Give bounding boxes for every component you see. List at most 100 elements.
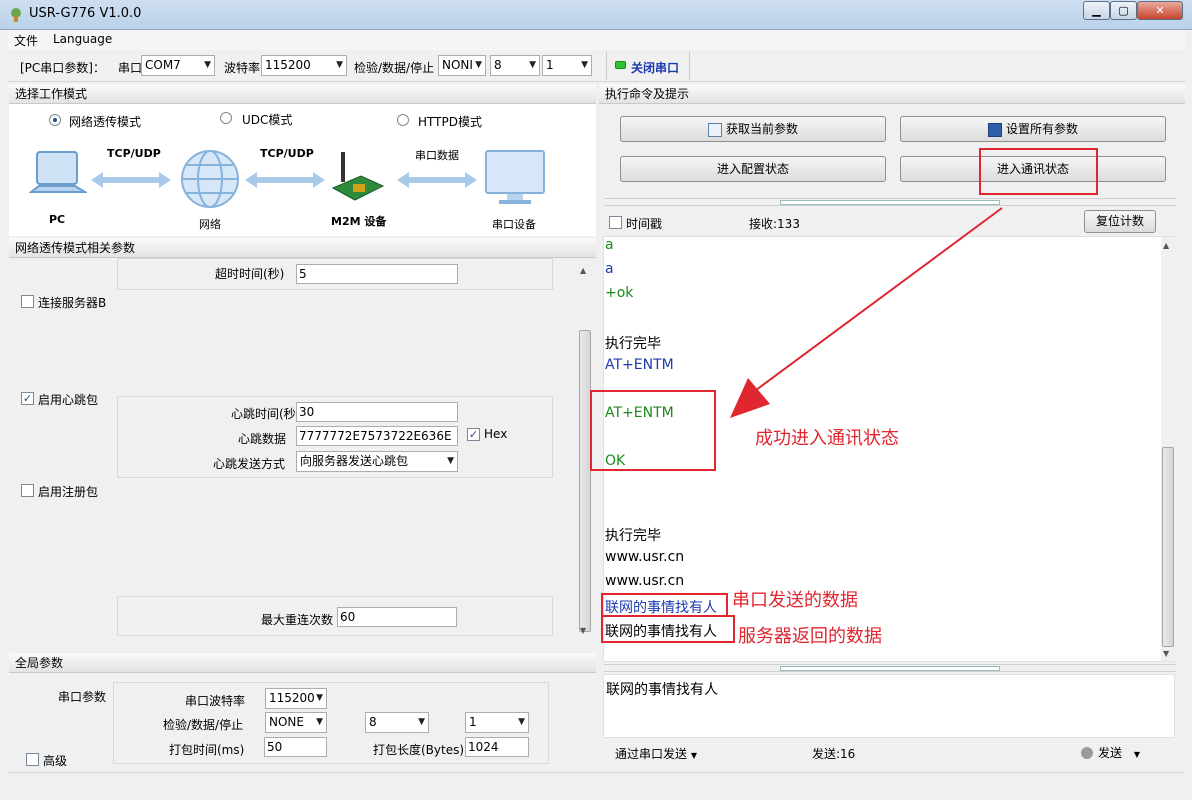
m2m-device-icon xyxy=(331,150,385,206)
reconnect-group xyxy=(117,596,553,636)
scroll-down-icon: ▼ xyxy=(1163,649,1170,658)
log-scrollbar[interactable]: ▲ ▼ xyxy=(1161,237,1175,661)
chevron-down-icon: ▼ xyxy=(529,60,536,70)
port-status-led-icon xyxy=(615,61,626,69)
reset-count-button[interactable]: 复位计数 xyxy=(1084,210,1156,233)
work-mode-panel: 网络透传模式 UDC模式 HTTPD模式 PC TCP/UDP 网络 TCP/U… xyxy=(9,104,596,236)
save-disk-icon xyxy=(987,122,1002,137)
connect-server-b-checkbox[interactable] xyxy=(21,295,34,308)
chevron-down-icon: ▼ xyxy=(336,60,343,70)
pc-label: PC xyxy=(49,213,66,226)
data-bits-select[interactable]: 8 ▼ xyxy=(490,55,540,76)
maximize-button[interactable]: ▢ xyxy=(1110,1,1137,20)
global-data-bits-select[interactable]: 8 ▼ xyxy=(365,712,429,733)
log-line: www.usr.cn xyxy=(605,573,685,589)
chevron-down-icon: ▼ xyxy=(316,717,323,727)
params-panel: 超时时间(秒) 5 连接服务器B ✓ 启用心跳包 心跳时间(秒 30 心跳数据 … xyxy=(9,258,596,642)
mode-radio-udc[interactable] xyxy=(220,112,232,124)
heartbeat-mode-label: 心跳发送方式 xyxy=(213,457,286,471)
global-baud-select[interactable]: 115200 ▼ xyxy=(265,688,327,709)
close-port-label: 关闭串口 xyxy=(631,61,680,75)
timestamp-label: 时间戳 xyxy=(626,217,663,231)
pack-len-input[interactable]: 1024 xyxy=(465,737,529,757)
heartbeat-data-label: 心跳数据 xyxy=(238,432,287,446)
chevron-down-icon: ▼ xyxy=(475,60,482,70)
global-params-header: 全局参数 xyxy=(9,653,596,673)
pack-time-input[interactable]: 50 xyxy=(264,737,327,757)
baud-select[interactable]: 115200 ▼ xyxy=(261,55,347,76)
heartbeat-mode-select[interactable]: 向服务器发送心跳包 ▼ xyxy=(296,451,458,472)
mode-label-udc: UDC模式 xyxy=(242,113,293,127)
pc-laptop-icon xyxy=(28,148,89,206)
register-enable-checkbox[interactable] xyxy=(21,484,34,497)
baud-label: 波特率 xyxy=(224,61,261,75)
enter-config-button[interactable]: 进入配置状态 xyxy=(620,156,886,182)
double-arrow-icon xyxy=(91,170,171,190)
port-select[interactable]: COM7 ▼ xyxy=(141,55,215,76)
send-toolbar: 通过串口发送 ▼ 发送:16 发送 ▼ xyxy=(603,738,1175,768)
get-params-button[interactable]: 获取当前参数 xyxy=(620,116,886,142)
send-input[interactable]: 联网的事情找有人 xyxy=(603,674,1175,738)
highlight-server-return xyxy=(601,615,735,643)
heartbeat-time-input[interactable]: 30 xyxy=(296,402,458,422)
serial-device-label: 串口设备 xyxy=(492,218,536,231)
heartbeat-data-input[interactable]: 7777772E7573722E636E xyxy=(296,426,458,446)
scrollbar-thumb[interactable] xyxy=(579,330,591,632)
heartbeat-time-label: 心跳时间(秒 xyxy=(231,407,296,421)
pack-len-label: 打包长度(Bytes) xyxy=(373,743,465,757)
params-header: 网络透传模式相关参数 xyxy=(9,238,596,258)
send-text: 联网的事情找有人 xyxy=(606,682,718,698)
status-bar xyxy=(8,772,1185,792)
scroll-up-icon: ▲ xyxy=(580,266,587,275)
global-stop-bits-select[interactable]: 1 ▼ xyxy=(465,712,529,733)
work-mode-header: 选择工作模式 xyxy=(9,84,596,104)
heartbeat-enable-checkbox[interactable]: ✓ xyxy=(21,392,34,405)
mode-radio-httpd[interactable] xyxy=(397,114,409,126)
m2m-device-label: M2M 设备 xyxy=(331,215,387,228)
app-icon xyxy=(8,7,24,23)
menu-language[interactable]: Language xyxy=(53,32,112,46)
tcp-udp-label-1: TCP/UDP xyxy=(107,147,161,160)
log-line: 执行完毕 xyxy=(605,336,661,352)
close-window-button[interactable]: ✕ xyxy=(1137,1,1183,20)
max-reconnect-input[interactable]: 60 xyxy=(337,607,457,627)
timeout-input[interactable]: 5 xyxy=(296,264,458,284)
minimize-button[interactable]: ▁ xyxy=(1083,1,1110,20)
set-params-button[interactable]: 设置所有参数 xyxy=(900,116,1166,142)
scrollbar-thumb[interactable] xyxy=(1162,447,1174,647)
splitter-bottom[interactable] xyxy=(604,664,1176,672)
highlight-serial-sent xyxy=(601,593,728,617)
annotation-success: 成功进入通讯状态 xyxy=(755,428,899,449)
double-arrow-icon xyxy=(397,170,477,190)
close-port-button[interactable]: 关闭串口 xyxy=(606,52,690,80)
send-button[interactable]: 发送 ▼ xyxy=(1081,744,1140,761)
chevron-down-icon: ▼ xyxy=(447,456,454,466)
advanced-label: 高级 xyxy=(43,754,68,768)
mode-label-httpd: HTTPD模式 xyxy=(418,115,482,129)
pack-time-label: 打包时间(ms) xyxy=(169,743,245,757)
network-label: 网络 xyxy=(199,218,221,231)
global-parity-select[interactable]: NONE ▼ xyxy=(265,712,327,733)
mode-radio-transparent[interactable] xyxy=(49,114,61,126)
stop-bits-select[interactable]: 1 ▼ xyxy=(542,55,592,76)
menu-file[interactable]: 文件 xyxy=(14,32,38,49)
log-line: AT+ENTM xyxy=(605,357,674,373)
advanced-checkbox[interactable] xyxy=(26,753,39,766)
scroll-down-icon: ▼ xyxy=(580,626,587,635)
send-via-dropdown[interactable]: 通过串口发送 ▼ xyxy=(615,745,697,762)
annotation-arrow-icon xyxy=(730,207,1003,418)
mode-label-transparent: 网络透传模式 xyxy=(69,115,142,129)
double-arrow-icon xyxy=(245,170,325,190)
global-check-label: 检验/数据/停止 xyxy=(163,718,244,732)
send-icon xyxy=(1081,747,1093,759)
register-enable-label: 启用注册包 xyxy=(38,485,99,499)
timestamp-checkbox[interactable] xyxy=(609,216,622,229)
chevron-down-icon: ▼ xyxy=(690,751,697,760)
check-label: 检验/数据/停止 xyxy=(354,61,435,75)
log-line: +ok xyxy=(605,285,634,301)
parity-select[interactable]: NONI ▼ xyxy=(438,55,486,76)
hex-checkbox[interactable]: ✓ xyxy=(467,428,480,441)
highlight-entm-response xyxy=(590,390,716,471)
search-doc-icon xyxy=(707,122,722,137)
chevron-down-icon: ▼ xyxy=(316,693,323,703)
